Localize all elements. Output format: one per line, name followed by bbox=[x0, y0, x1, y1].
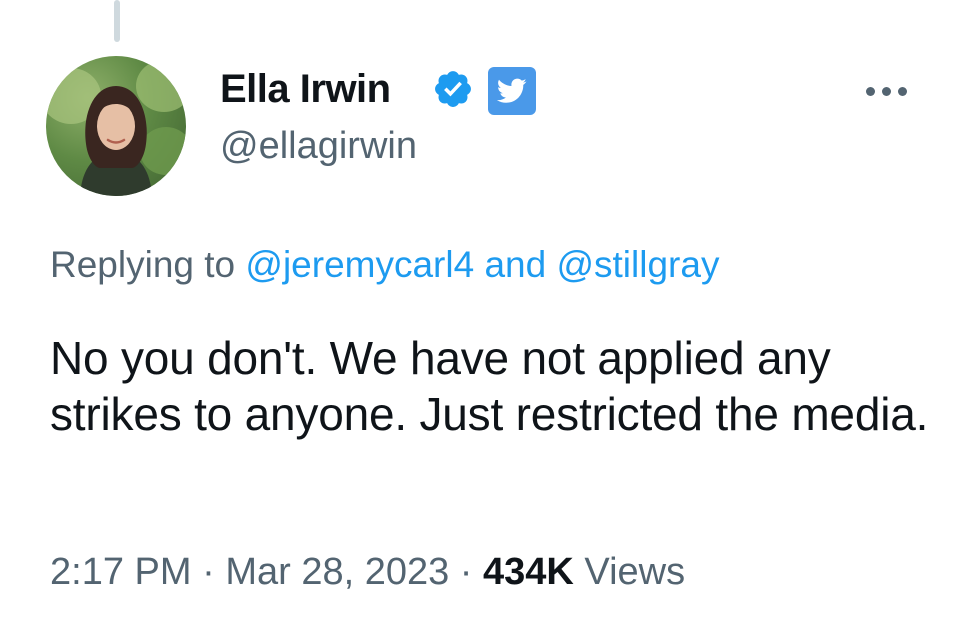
author-name[interactable]: Ella Irwin bbox=[220, 66, 391, 112]
tweet-text: No you don't. We have not applied any st… bbox=[50, 332, 929, 440]
verified-badge-icon bbox=[435, 71, 471, 107]
more-options-icon[interactable] bbox=[858, 76, 914, 106]
mention-conjunction[interactable]: and bbox=[484, 244, 546, 285]
mention-link[interactable]: @jeremycarl4 bbox=[245, 244, 474, 285]
tweet-meta: 2:17 PM · Mar 28, 2023 · 434K Views bbox=[50, 548, 685, 596]
tweet-time[interactable]: 2:17 PM bbox=[50, 551, 192, 593]
dot bbox=[897, 86, 907, 96]
meta-separator: · bbox=[202, 551, 215, 593]
avatar[interactable] bbox=[46, 56, 186, 196]
dot bbox=[865, 86, 875, 96]
meta-separator: · bbox=[459, 551, 473, 593]
dot bbox=[881, 86, 891, 96]
author-handle[interactable]: @ellagirwin bbox=[220, 124, 417, 168]
replying-to-label: Replying to bbox=[50, 244, 236, 285]
tweet-date[interactable]: Mar 28, 2023 bbox=[225, 551, 449, 593]
profile-photo-icon bbox=[46, 60, 186, 196]
thread-connector-line bbox=[114, 0, 120, 42]
views-label: Views bbox=[584, 551, 686, 593]
views-count[interactable]: 434K bbox=[483, 551, 574, 593]
twitter-bird-icon bbox=[488, 67, 536, 115]
replying-to-line: Replying to @jeremycarl4 and @stillgray bbox=[50, 242, 719, 288]
mention-link[interactable]: @stillgray bbox=[556, 244, 719, 285]
